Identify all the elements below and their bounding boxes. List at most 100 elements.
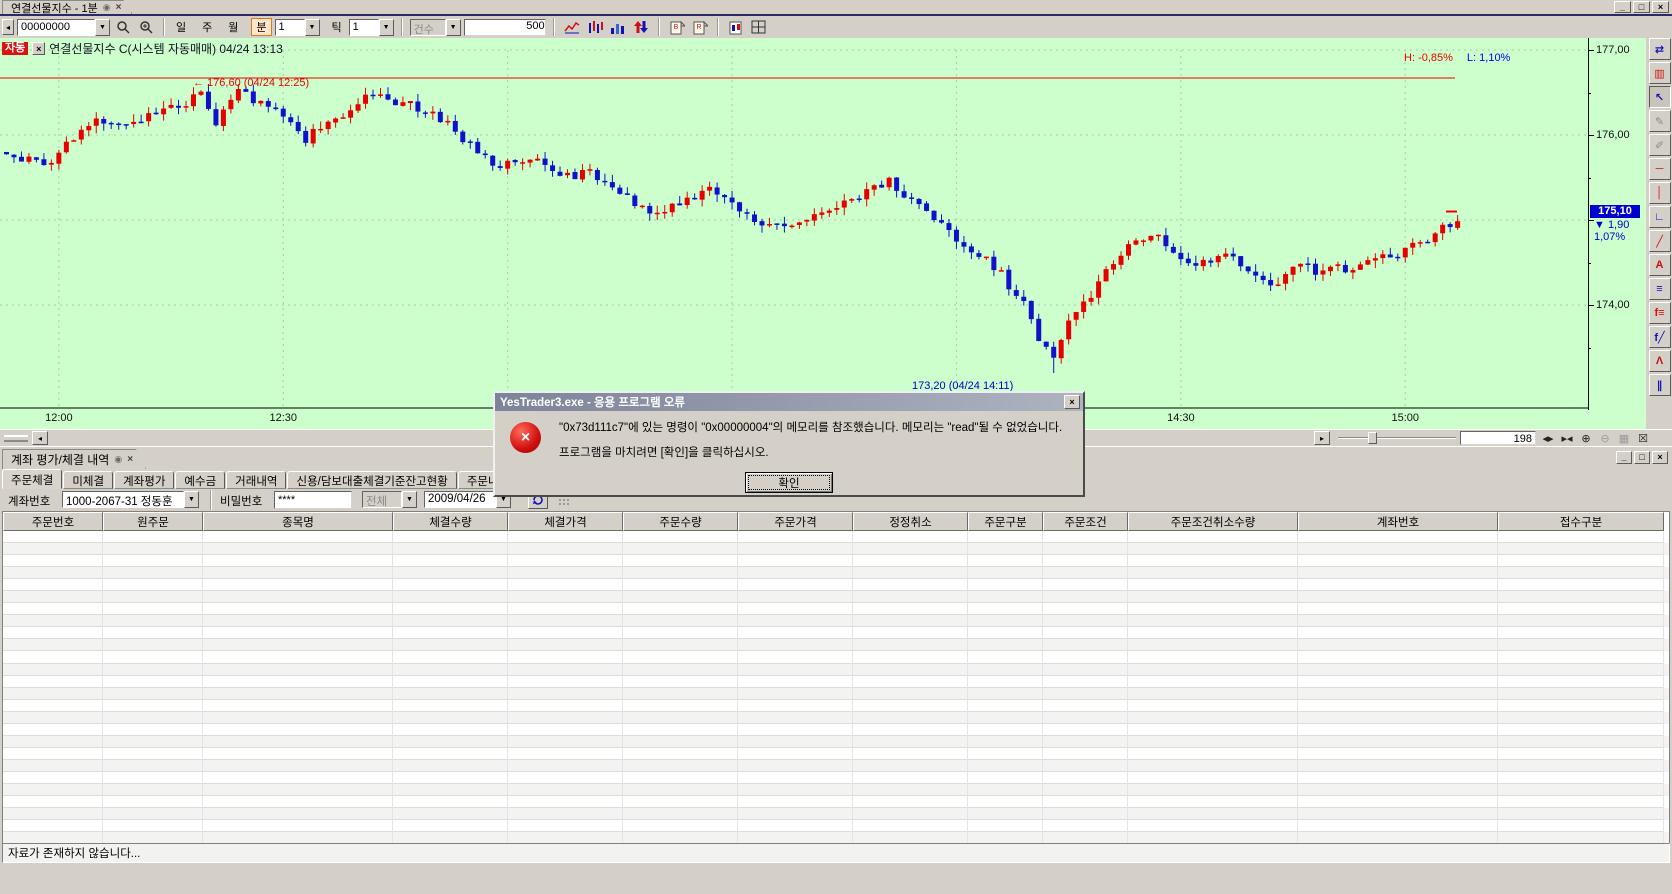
table-row — [3, 796, 1669, 808]
paste-page-icon[interactable]: R — [690, 18, 710, 36]
tab-close-icon[interactable]: × — [116, 2, 122, 13]
period-button-0[interactable]: 일 — [172, 18, 190, 36]
updown-arrows-icon[interactable] — [631, 18, 651, 36]
search-plus-icon[interactable] — [136, 18, 156, 36]
fibo-levels-icon[interactable]: f≡ — [1649, 302, 1671, 324]
hatch-tool-icon[interactable]: ∥ — [1649, 374, 1671, 396]
tick-combo[interactable]: 1 ▼ — [349, 19, 394, 36]
symbol-dropdown-icon[interactable]: ▼ — [95, 19, 110, 36]
cursor-icon[interactable]: ↖ — [1649, 86, 1671, 108]
chart-close-icon[interactable]: × — [32, 42, 45, 55]
zoom-in-icon[interactable]: ⊕ — [1578, 431, 1594, 445]
panel-tab-2[interactable]: 계좌평가 — [114, 471, 174, 489]
column-header-5[interactable]: 주문수량 — [623, 512, 738, 531]
document-tabstrip: 연결선물지수 - 1분 ◉ × _ □ × — [0, 0, 1672, 14]
candlestick-chart[interactable]: 자동 × 연결선물지수 C(시스템 자동매매) 04/24 13:13 H: -… — [0, 38, 1646, 430]
period-minute-button[interactable]: 분 — [251, 18, 271, 36]
search-icon[interactable] — [113, 18, 133, 36]
symbol-input[interactable]: 00000000 — [17, 19, 95, 36]
pattern-tool-icon[interactable]: Λ — [1649, 350, 1671, 372]
status-text: 자료가 존재하지 않습니다... — [8, 845, 140, 861]
copy-page-icon[interactable]: B — [667, 18, 687, 36]
date-value[interactable]: 2009/04/26 — [424, 491, 496, 508]
column-header-0[interactable]: 주문번호 — [3, 512, 103, 531]
levels-tool-icon[interactable]: ≡ — [1649, 278, 1671, 300]
vline-tool-icon[interactable]: │ — [1649, 182, 1671, 204]
draw-edit-icon[interactable]: ✎ — [1649, 110, 1671, 132]
panel-tab-4[interactable]: 거래내역 — [226, 471, 286, 489]
minimize-button[interactable]: _ — [1614, 1, 1631, 13]
draw-edit2-icon[interactable]: ✐ — [1649, 134, 1671, 156]
minute-combo[interactable]: 1 ▼ — [275, 19, 320, 36]
column-header-3[interactable]: 체결수량 — [393, 512, 508, 531]
chart-frame-icon[interactable]: ▥ — [1649, 62, 1671, 84]
zoom-out-icon[interactable]: ⊖ — [1597, 431, 1613, 445]
ok-button[interactable]: 확인 — [745, 472, 833, 493]
refresh-icon[interactable]: ⇄ — [1649, 38, 1671, 60]
tick-value[interactable]: 1 — [349, 19, 379, 36]
candle-page-icon[interactable] — [726, 18, 746, 36]
panel-close-icon[interactable]: × — [127, 454, 133, 465]
scroll-right-icon[interactable]: ▸ — [1314, 431, 1330, 445]
chart-canvas[interactable] — [0, 38, 1646, 430]
column-header-8[interactable]: 주문구분 — [968, 512, 1043, 531]
panel-close-button[interactable]: × — [1652, 451, 1668, 464]
period-button-1[interactable]: 주 — [198, 18, 216, 36]
zoom-slider-track[interactable] — [1338, 437, 1456, 439]
text-tool-icon[interactable]: A — [1649, 254, 1671, 276]
panel-maximize-button[interactable]: □ — [1634, 451, 1650, 464]
minute-dropdown-icon[interactable]: ▼ — [305, 19, 320, 36]
panel-tab-0[interactable]: 주문체결 — [2, 469, 62, 489]
column-header-2[interactable]: 종목명 — [203, 512, 393, 531]
table-row — [3, 531, 1669, 543]
grid-layout-icon[interactable] — [749, 18, 769, 36]
count-input[interactable]: 500 — [464, 19, 546, 36]
count-dropdown-icon[interactable]: ▼ — [446, 19, 461, 36]
password-input[interactable]: **** — [274, 491, 352, 509]
column-header-6[interactable]: 주문가격 — [738, 512, 853, 531]
pin-icon[interactable]: ◉ — [103, 2, 111, 13]
account-dropdown-icon[interactable]: ▼ — [184, 491, 199, 508]
minute-value[interactable]: 1 — [275, 19, 305, 36]
panel-minimize-button[interactable]: _ — [1616, 451, 1632, 464]
volume-chart-icon[interactable] — [608, 18, 628, 36]
close-button[interactable]: × — [1652, 1, 1669, 13]
column-header-1[interactable]: 원주문 — [103, 512, 203, 531]
column-header-12[interactable]: 접수구분 — [1498, 512, 1664, 531]
pin-icon[interactable]: ◉ — [114, 454, 122, 465]
compress-horizontal-icon[interactable]: ▸◂ — [1559, 431, 1575, 445]
hline-tool-icon[interactable]: ─ — [1649, 158, 1671, 180]
column-header-10[interactable]: 주문조건취소수량 — [1128, 512, 1298, 531]
corner-tool-icon[interactable]: ∟ — [1649, 206, 1671, 228]
bar-count-input[interactable]: 198 — [1460, 431, 1536, 445]
trendline-tool-icon[interactable]: ╱ — [1649, 230, 1671, 252]
scroll-left-icon[interactable]: ◂ — [32, 431, 48, 445]
panel-tab-3[interactable]: 예수금 — [175, 471, 225, 489]
bar-chart-icon[interactable] — [585, 18, 605, 36]
tick-dropdown-icon[interactable]: ▼ — [379, 19, 394, 36]
panel-tab-1[interactable]: 미체결 — [63, 471, 113, 489]
expand-horizontal-icon[interactable]: ◂▸ — [1540, 431, 1556, 445]
grid-view-icon[interactable]: ▦ — [1616, 431, 1632, 445]
error-dialog-close-icon[interactable]: × — [1064, 395, 1080, 409]
line-chart-icon[interactable] — [562, 18, 582, 36]
column-header-7[interactable]: 정정취소 — [853, 512, 968, 531]
error-dialog-titlebar[interactable]: YesTrader3.exe - 응용 프로그램 오류 — [495, 393, 1083, 411]
column-header-4[interactable]: 체결가격 — [508, 512, 623, 531]
close-box-icon[interactable]: ☒ — [1635, 431, 1651, 445]
panel-tab-5[interactable]: 신용/담보대출체결기준잔고현황 — [287, 471, 456, 489]
period-button-2[interactable]: 월 — [224, 18, 242, 36]
splitter-grip[interactable] — [4, 435, 28, 442]
period-tick-button[interactable]: 틱 — [328, 18, 346, 36]
column-header-11[interactable]: 계좌번호 — [1298, 512, 1498, 531]
panel-title-tab[interactable]: 계좌 평가/체결 내역 ◉ × — [2, 449, 146, 469]
zoom-slider-thumb[interactable] — [1368, 432, 1377, 444]
maximize-button[interactable]: □ — [1633, 1, 1650, 13]
account-combo[interactable]: 1000-2067-31 정동훈 ▼ — [62, 491, 199, 508]
symbol-combo[interactable]: 00000000 ▼ — [17, 19, 110, 36]
nav-back-icon[interactable]: ◂ — [2, 19, 14, 35]
chart-document-tab[interactable]: 연결선물지수 - 1분 ◉ × — [2, 0, 132, 14]
column-header-9[interactable]: 주문조건 — [1043, 512, 1128, 531]
account-value[interactable]: 1000-2067-31 정동훈 — [62, 491, 184, 508]
fibo-fan-icon[interactable]: f╱ — [1649, 326, 1671, 348]
